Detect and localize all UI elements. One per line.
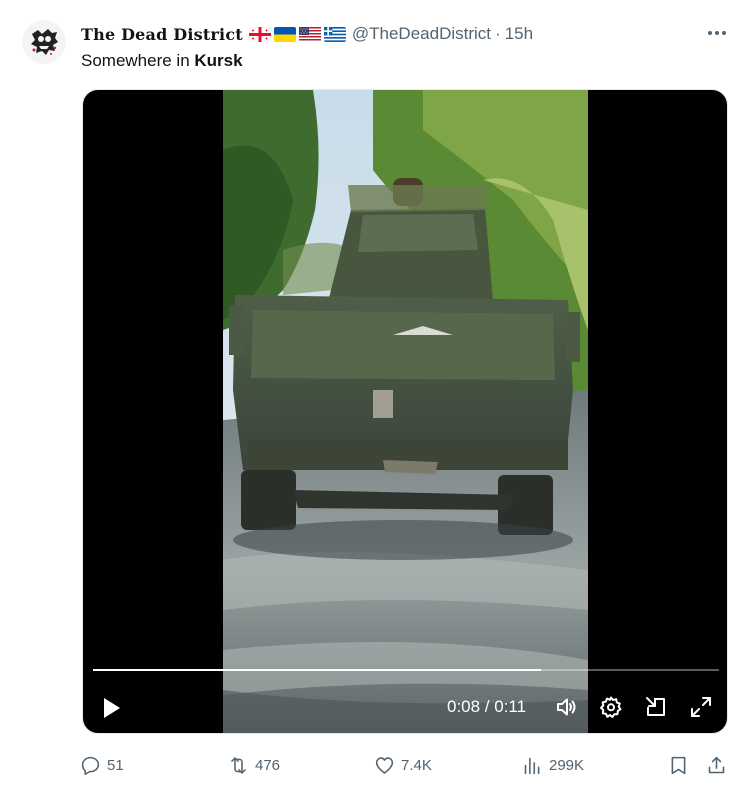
gear-icon: [600, 696, 622, 718]
fullscreen-button[interactable]: [688, 694, 714, 720]
user-handle[interactable]: @TheDeadDistrict: [352, 24, 491, 44]
settings-button[interactable]: [598, 694, 624, 720]
tweet-text-bold: Kursk: [194, 51, 243, 70]
video-time-readout: 0:08 / 0:11: [447, 697, 527, 716]
reply-count: 51: [107, 756, 124, 774]
separator-dot: ·: [495, 24, 501, 43]
repost-icon: [231, 756, 246, 774]
picture-in-picture-button[interactable]: [643, 694, 669, 720]
play-icon[interactable]: [99, 696, 123, 720]
more-options-button[interactable]: [702, 22, 732, 44]
more-dot: [708, 31, 712, 35]
video-progress-fill: [93, 669, 541, 671]
volume-button[interactable]: [554, 694, 580, 720]
greece-flag-icon: [323, 26, 346, 42]
tweet-actions: 51 476 7.4K 299K: [80, 752, 732, 778]
georgia-flag-icon: [248, 26, 271, 42]
like-button[interactable]: 7.4K: [374, 752, 432, 778]
views-chart-icon: [524, 757, 540, 774]
more-dot: [715, 31, 719, 35]
tweet-text-prefix: Somewhere in: [81, 51, 195, 70]
views-count: 299K: [549, 756, 585, 774]
video-frame[interactable]: [223, 90, 588, 733]
tweet-text: Somewhere in Kursk: [81, 50, 243, 72]
repost-button[interactable]: 476: [228, 752, 280, 778]
video-progress-bar[interactable]: [93, 669, 719, 671]
reply-icon: [81, 756, 100, 775]
usa-flag-icon: [298, 26, 321, 42]
volume-icon: [557, 698, 576, 716]
repost-count: 476: [255, 756, 281, 774]
avatar[interactable]: [22, 20, 66, 64]
video-still: [223, 90, 588, 733]
tweet: The Dead District @TheDeadDistrict · 15h…: [0, 0, 756, 785]
flag-emojis: [248, 26, 346, 42]
like-count: 7.4K: [401, 756, 432, 774]
picture-in-picture-icon: [646, 697, 665, 716]
bookmark-icon: [671, 756, 686, 774]
share-button[interactable]: [706, 752, 727, 778]
timestamp[interactable]: 15h: [505, 24, 533, 44]
heart-icon: [375, 756, 394, 774]
ukraine-flag-icon: [273, 26, 296, 42]
bookmark-button[interactable]: [668, 752, 689, 778]
fullscreen-icon: [691, 697, 711, 717]
tweet-header: The Dead District @TheDeadDistrict · 15h: [81, 22, 533, 46]
share-icon: [708, 756, 725, 773]
avatar-image: [22, 20, 66, 64]
reply-button[interactable]: 51: [80, 752, 124, 778]
more-dot: [722, 31, 726, 35]
views-button[interactable]: 299K: [522, 752, 584, 778]
display-name[interactable]: The Dead District: [81, 25, 243, 44]
video-player[interactable]: 0:08 / 0:11: [82, 89, 728, 734]
